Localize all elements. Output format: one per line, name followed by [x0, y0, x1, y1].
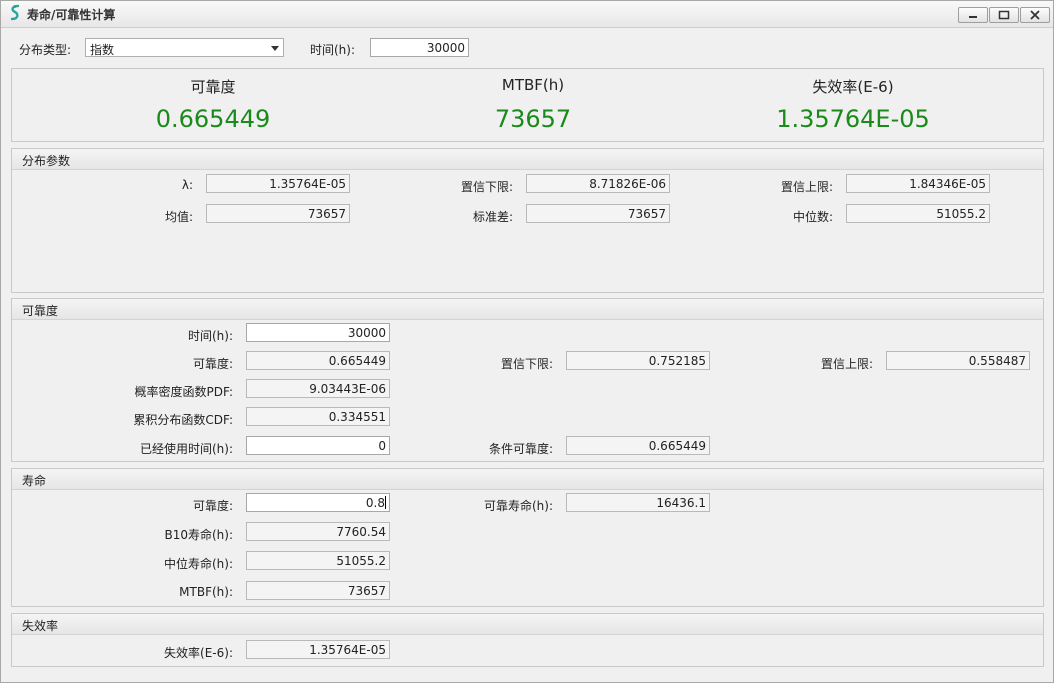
maximize-button[interactable]	[989, 7, 1019, 23]
cdf-value: 0.334551	[246, 407, 390, 426]
maximize-icon	[998, 10, 1010, 20]
dist-type-label: 分布类型:	[19, 43, 72, 57]
median-label: 中位数:	[792, 210, 833, 224]
cond-rel-value: 0.665449	[566, 436, 710, 455]
median-life-label: 中位寿命(h):	[163, 557, 233, 571]
rel-conf-upper-label: 置信上限:	[820, 357, 873, 371]
life-rel-input-text: 0.8	[365, 496, 385, 510]
cdf-label: 累积分布函数CDF:	[133, 413, 233, 427]
dist-conf-upper-value: 1.84346E-05	[846, 174, 990, 193]
mean-value: 73657	[206, 204, 350, 223]
median-value: 51055.2	[846, 204, 990, 223]
reliability-header: 可靠度	[12, 299, 1043, 320]
minimize-button[interactable]	[958, 7, 988, 23]
dist-params-header: 分布参数	[12, 149, 1043, 170]
close-icon	[1030, 10, 1040, 20]
stddev-label: 标准差:	[472, 210, 513, 224]
life-mtbf-value: 73657	[246, 581, 390, 600]
lambda-label: λ:	[181, 178, 193, 192]
used-time-input[interactable]: 0	[246, 436, 390, 455]
summary-mtbf-value: 73657	[494, 105, 572, 133]
life-rel-label: 可靠度:	[192, 499, 233, 513]
rel-life-label: 可靠寿命(h):	[483, 499, 553, 513]
rel-value-label: 可靠度:	[192, 357, 233, 371]
rel-value: 0.665449	[246, 351, 390, 370]
window-title: 寿命/可靠性计算	[27, 8, 116, 22]
used-time-label: 已经使用时间(h):	[139, 442, 233, 456]
stddev-value: 73657	[526, 204, 670, 223]
failure-rate-title: 失效率	[22, 619, 59, 633]
dist-type-select[interactable]: 指数	[85, 38, 284, 57]
summary-failure-rate-label: 失效率(E-6)	[812, 78, 894, 96]
median-life-value: 51055.2	[246, 551, 390, 570]
life-header: 寿命	[12, 469, 1043, 490]
life-mtbf-label: MTBF(h):	[179, 585, 233, 599]
rel-life-value: 16436.1	[566, 493, 710, 512]
top-time-label: 时间(h):	[310, 43, 356, 57]
summary-reliability-label: 可靠度	[190, 78, 236, 96]
summary-mtbf-label: MTBF(h)	[501, 76, 565, 94]
calculator-window: 寿命/可靠性计算 分布类型: 指数 时间(h): 30000 可靠度 0.665…	[0, 0, 1054, 683]
reliability-panel: 可靠度	[11, 298, 1044, 462]
dist-type-value: 指数	[90, 43, 115, 57]
failure-rate-value: 1.35764E-05	[246, 640, 390, 659]
rel-time-input[interactable]: 30000	[246, 323, 390, 342]
b10-value: 7760.54	[246, 522, 390, 541]
cond-rel-label: 条件可靠度:	[488, 442, 553, 456]
reliability-title: 可靠度	[22, 304, 59, 318]
life-rel-input[interactable]: 0.8	[246, 493, 390, 512]
top-time-input[interactable]: 30000	[370, 38, 469, 57]
mean-label: 均值:	[164, 210, 193, 224]
rel-conf-upper-value: 0.558487	[886, 351, 1030, 370]
summary-reliability-value: 0.665449	[155, 105, 271, 133]
minimize-icon	[969, 16, 977, 18]
life-title: 寿命	[22, 474, 47, 488]
rel-conf-lower-label: 置信下限:	[500, 357, 553, 371]
summary-failure-rate-value: 1.35764E-05	[776, 105, 930, 133]
dist-conf-upper-label: 置信上限:	[780, 180, 833, 194]
lambda-value: 1.35764E-05	[206, 174, 350, 193]
dist-conf-lower-value: 8.71826E-06	[526, 174, 670, 193]
title-bar[interactable]: 寿命/可靠性计算	[1, 1, 1053, 28]
chevron-down-icon	[271, 46, 279, 51]
failure-rate-header: 失效率	[12, 614, 1043, 635]
pdf-value: 9.03443E-06	[246, 379, 390, 398]
app-logo-icon	[10, 4, 20, 21]
rel-time-label: 时间(h):	[187, 329, 233, 343]
text-caret	[385, 496, 386, 509]
dist-conf-lower-label: 置信下限:	[460, 180, 513, 194]
pdf-label: 概率密度函数PDF:	[134, 385, 234, 399]
failure-rate-label: 失效率(E-6):	[164, 646, 233, 660]
close-button[interactable]	[1020, 7, 1050, 23]
rel-conf-lower-value: 0.752185	[566, 351, 710, 370]
b10-label: B10寿命(h):	[164, 528, 233, 542]
summary-panel: 可靠度 0.665449 MTBF(h) 73657 失效率(E-6) 1.35…	[11, 68, 1044, 142]
dist-params-title: 分布参数	[22, 154, 71, 168]
